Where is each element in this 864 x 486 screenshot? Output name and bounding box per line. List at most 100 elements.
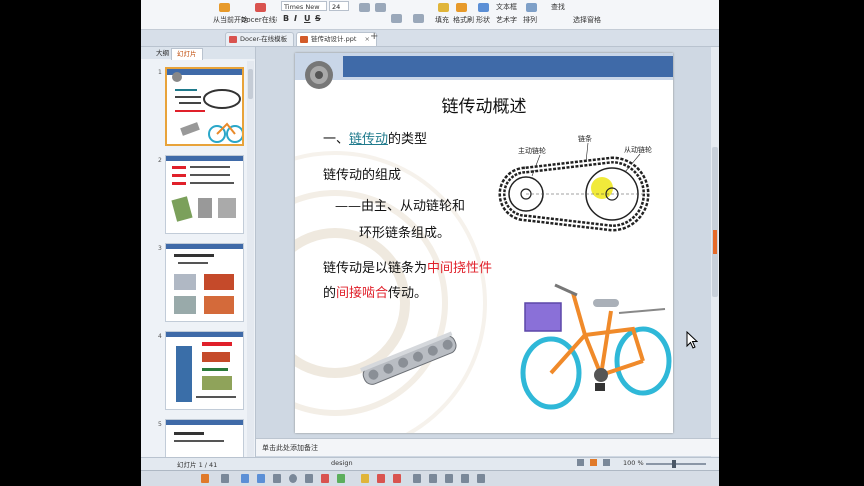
def-part-3: 传动。 — [388, 286, 428, 301]
find-button[interactable]: 查找 — [551, 2, 565, 12]
slide-workspace: 链传动概述 一、链传动的类型 链传动的组成 ——由主、从动链轮和 环形链条组成。… — [256, 47, 719, 457]
fill-button[interactable]: 填充 — [435, 15, 449, 25]
align-icon[interactable] — [359, 3, 370, 12]
new-tab-icon[interactable]: + — [370, 31, 378, 42]
zoom-level[interactable]: 100 % — [623, 459, 644, 467]
line-color-icon[interactable] — [377, 474, 385, 483]
thumb-preview — [166, 156, 243, 222]
def-emphasis-2: 间接啮合 — [336, 286, 389, 301]
notes-pane[interactable]: 单击此处添加备注 — [256, 438, 719, 456]
docer-icon — [229, 36, 237, 43]
zoom-slider[interactable] — [646, 460, 706, 468]
bold-button[interactable]: B — [283, 14, 289, 23]
roller-chain-image[interactable] — [355, 321, 465, 401]
slide-vertical-scrollbar[interactable] — [711, 47, 719, 457]
thumb-preview — [166, 420, 243, 442]
textbox-tool-icon[interactable] — [305, 474, 313, 483]
slide-title[interactable]: 链传动概述 — [295, 92, 673, 117]
slide-thumbnail-panel: 大纲 幻灯片 1 2 3 4 5 — [141, 47, 256, 457]
view-sorter-icon[interactable] — [590, 459, 597, 466]
definition-line-2[interactable]: 的间接啮合传动。 — [323, 282, 427, 301]
thumb-preview — [167, 69, 242, 143]
font-size-select[interactable]: 24 — [329, 1, 349, 11]
description-line-2[interactable]: 环形链条组成。 — [359, 222, 450, 241]
label-driven-sprocket: 从动链轮 — [624, 145, 652, 154]
chain-drive-link[interactable]: 链传动 — [349, 132, 388, 147]
wordart-tool-icon[interactable] — [321, 474, 329, 483]
arrow-style-icon[interactable] — [445, 474, 453, 483]
fill-icon[interactable] — [438, 3, 449, 12]
slide-canvas[interactable]: 链传动概述 一、链传动的类型 链传动的组成 ——由主、从动链轮和 环形链条组成。… — [295, 53, 673, 433]
font-name-select[interactable]: Times New Ro — [281, 1, 327, 11]
tab-chain-ppt[interactable]: 链传动设计.ppt × — [296, 32, 377, 46]
italic-button[interactable]: I — [294, 14, 297, 23]
selection-pane-button[interactable]: 选择窗格 — [573, 15, 601, 25]
heading-line[interactable]: 一、链传动的类型 — [323, 128, 427, 147]
thumb-number: 1 — [158, 69, 162, 76]
strike-button[interactable]: S — [315, 14, 321, 23]
format-painter-icon[interactable] — [456, 3, 467, 12]
ppt-icon — [300, 36, 308, 43]
dash-style-icon[interactable] — [429, 474, 437, 483]
line-tool-icon[interactable] — [241, 474, 249, 483]
line-style-icon[interactable] — [413, 474, 421, 483]
wordart-button[interactable]: 艺术字 — [496, 15, 517, 25]
label-chain: 链条 — [578, 134, 592, 143]
label-driver-sprocket: 主动链轮 — [518, 146, 546, 155]
list-icon[interactable] — [375, 3, 386, 12]
play-icon[interactable] — [219, 3, 230, 12]
scroll-thumb[interactable] — [712, 147, 718, 297]
tab-slides[interactable]: 幻灯片 — [171, 48, 203, 60]
description-line-1[interactable]: ——由主、从动链轮和 — [335, 195, 465, 214]
thumb-number: 5 — [158, 421, 162, 428]
rect-tool-icon[interactable] — [273, 474, 281, 483]
arrow-tool-icon[interactable] — [257, 474, 265, 483]
thumb-number: 2 — [158, 157, 162, 164]
thumbnail-scrollbar[interactable] — [247, 61, 254, 457]
def-part-2: 的 — [323, 286, 337, 301]
indent-icon[interactable] — [391, 14, 402, 23]
chain-drive-diagram[interactable]: 主动链轮 链条 从动链轮 — [490, 128, 670, 248]
mouse-cursor-icon — [686, 331, 698, 349]
arrange-icon[interactable] — [526, 3, 537, 12]
slide-counter: 幻灯片 1 / 41 — [177, 461, 218, 469]
tab-label: 链传动设计.ppt — [311, 35, 357, 43]
view-show-icon[interactable] — [603, 459, 610, 466]
3d-icon[interactable] — [477, 474, 485, 483]
arrange-button[interactable]: 排列 — [523, 15, 537, 25]
draw-tool-icon[interactable] — [201, 474, 209, 483]
heading-prefix: 一、 — [323, 132, 350, 147]
shapes-icon[interactable] — [478, 3, 489, 12]
zoom-slider-knob[interactable] — [672, 460, 676, 468]
sprocket-logo-icon — [305, 61, 333, 89]
document-tabbar: Docer-在线模板 链传动设计.ppt × + — [141, 30, 719, 47]
tab-docer-template[interactable]: Docer-在线模板 — [225, 32, 295, 46]
underline-button[interactable]: U — [304, 14, 311, 23]
slide-thumbnail[interactable] — [165, 155, 244, 234]
view-normal-icon[interactable] — [577, 459, 584, 466]
shadow-icon[interactable] — [461, 474, 469, 483]
slide-thumbnail[interactable] — [165, 67, 244, 146]
fill-color-icon[interactable] — [361, 474, 369, 483]
template-icon[interactable] — [255, 3, 266, 12]
format-painter-button[interactable]: 格式刷 — [453, 15, 474, 25]
picture-tool-icon[interactable] — [337, 474, 345, 483]
slide-thumbnail[interactable] — [165, 331, 244, 410]
composition-text[interactable]: 链传动的组成 — [323, 164, 401, 183]
font-color-icon[interactable] — [393, 474, 401, 483]
thumbnail-list: 1 2 3 4 5 — [141, 61, 255, 457]
oval-tool-icon[interactable] — [289, 474, 297, 483]
theme-name: design — [331, 459, 353, 467]
textbox-button[interactable]: 文本框 — [496, 2, 517, 12]
scroll-thumb[interactable] — [248, 69, 253, 99]
slide-thumbnail[interactable] — [165, 243, 244, 322]
definition-line-1[interactable]: 链传动是以链条为中间挠性件 — [323, 257, 492, 276]
slide-thumbnail[interactable] — [165, 419, 244, 457]
select-tool-icon[interactable] — [221, 474, 229, 483]
docer-template-button[interactable]: Docer在线模板 — [241, 15, 277, 25]
text-direction-icon[interactable] — [413, 14, 424, 23]
bicycle-image[interactable] — [515, 273, 673, 423]
thumb-preview — [166, 332, 243, 402]
shapes-button[interactable]: 形状 — [476, 15, 490, 25]
thumb-preview — [166, 244, 243, 314]
